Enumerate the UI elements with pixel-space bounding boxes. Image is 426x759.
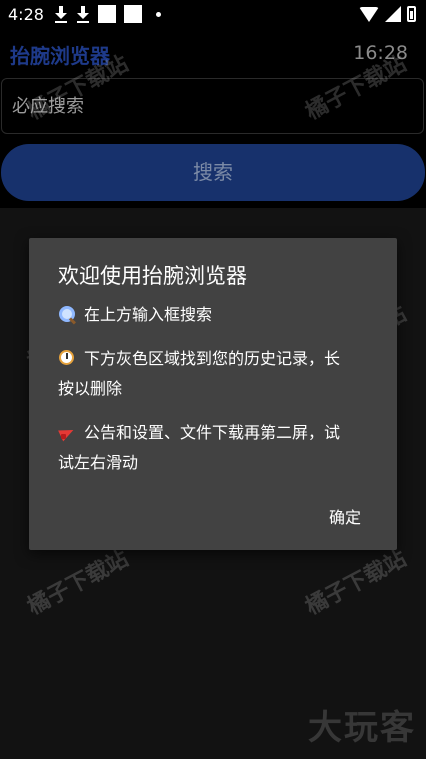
cell-signal-icon bbox=[385, 6, 401, 22]
welcome-dialog: 欢迎使用抬腕浏览器 在上方输入框搜索 下方灰色区域找到您的历史记录，长按以删除 … bbox=[29, 238, 397, 550]
app-title: 抬腕浏览器 bbox=[10, 44, 110, 68]
confirm-button[interactable]: 确定 bbox=[329, 504, 361, 528]
dialog-title: 欢迎使用抬腕浏览器 bbox=[58, 264, 247, 288]
status-bar: 4:28 bbox=[0, 0, 426, 30]
search-input[interactable] bbox=[2, 79, 423, 133]
battery-icon bbox=[407, 6, 416, 22]
system-icons bbox=[359, 6, 416, 22]
status-time: 4:28 bbox=[8, 5, 44, 24]
search-box bbox=[1, 78, 424, 134]
notification-square-icon bbox=[98, 5, 116, 23]
dialog-line-text: 公告和设置、文件下载再第二屏，试试左右滑动 bbox=[58, 423, 341, 472]
alarm-clock-icon bbox=[58, 349, 78, 367]
dialog-line-search: 在上方输入框搜索 bbox=[58, 300, 348, 330]
dialog-line-history: 下方灰色区域找到您的历史记录，长按以删除 bbox=[58, 344, 348, 404]
more-notifications-dot-icon bbox=[156, 11, 161, 17]
magnifier-icon bbox=[58, 305, 78, 323]
megaphone-icon bbox=[58, 423, 78, 441]
corner-logo: 大玩客 bbox=[308, 708, 416, 748]
download-icon bbox=[54, 5, 68, 23]
header-clock: 16:28 bbox=[353, 42, 408, 64]
search-button[interactable]: 搜索 bbox=[1, 144, 425, 201]
dialog-line-text: 下方灰色区域找到您的历史记录，长按以删除 bbox=[58, 349, 341, 398]
dialog-line-text: 在上方输入框搜索 bbox=[84, 305, 213, 324]
notification-icons bbox=[54, 5, 161, 23]
dialog-body: 在上方输入框搜索 下方灰色区域找到您的历史记录，长按以删除 公告和设置、文件下载… bbox=[58, 300, 348, 478]
screen: 4:28 抬腕浏览器 16:28 搜索 橘子下载站 橘子下载站 橘子下载站 橘子… bbox=[0, 0, 426, 759]
download-icon bbox=[76, 5, 90, 23]
wifi-icon bbox=[359, 6, 379, 22]
dialog-line-settings: 公告和设置、文件下载再第二屏，试试左右滑动 bbox=[58, 418, 348, 478]
notification-square-icon bbox=[124, 5, 142, 23]
